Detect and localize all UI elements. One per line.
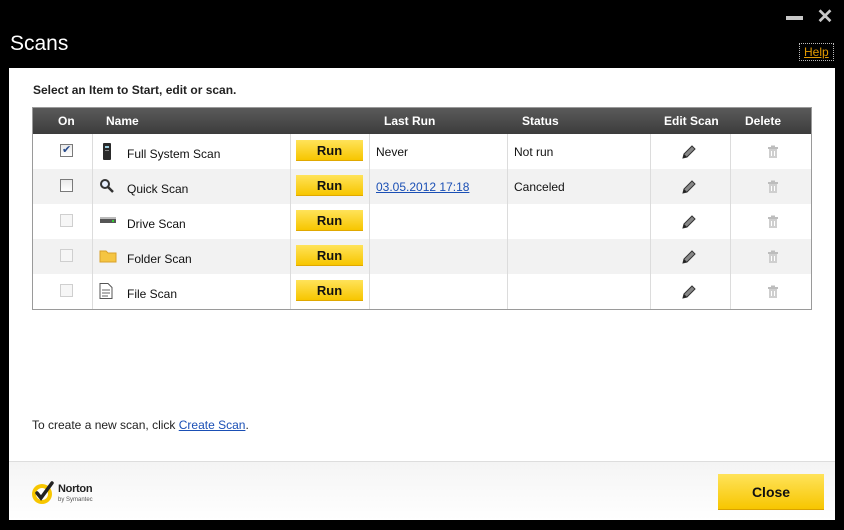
column-divider <box>290 204 291 239</box>
column-divider <box>507 274 508 309</box>
file-icon <box>99 283 115 299</box>
column-divider <box>92 169 93 204</box>
column-divider <box>650 204 651 239</box>
table-row[interactable]: Folder Scan Run <box>33 239 811 274</box>
delete-trash-icon[interactable] <box>766 285 780 299</box>
column-divider <box>730 204 731 239</box>
scan-name: Folder Scan <box>127 252 192 266</box>
column-divider <box>92 204 93 239</box>
run-button[interactable]: Run <box>296 140 363 161</box>
column-divider <box>369 169 370 204</box>
instruction-text: Select an Item to Start, edit or scan. <box>33 83 237 97</box>
title-bar: Scans ✕ Help <box>0 0 844 68</box>
header-edit-scan: Edit Scan <box>664 114 719 128</box>
delete-trash-icon[interactable] <box>766 250 780 264</box>
scan-name: Drive Scan <box>127 217 186 231</box>
computer-icon <box>99 143 115 160</box>
scan-enable-checkbox[interactable] <box>60 214 73 227</box>
scan-name: File Scan <box>127 287 178 301</box>
scan-status: Canceled <box>514 180 565 194</box>
column-divider <box>650 239 651 274</box>
scan-enable-checkbox[interactable] <box>60 249 73 262</box>
delete-trash-icon[interactable] <box>766 145 780 159</box>
scan-enable-checkbox[interactable] <box>60 179 73 192</box>
drive-icon <box>99 213 116 229</box>
edit-pencil-icon[interactable] <box>681 214 697 230</box>
header-delete: Delete <box>745 114 782 128</box>
table-row[interactable]: File Scan Run <box>33 274 811 309</box>
run-button[interactable]: Run <box>296 280 363 301</box>
content-panel: Select an Item to Start, edit or scan. O… <box>9 68 835 461</box>
header-on: On <box>58 114 75 128</box>
edit-pencil-icon[interactable] <box>681 179 697 195</box>
column-divider <box>730 274 731 309</box>
create-scan-link[interactable]: Create Scan <box>179 418 246 432</box>
window-title: Scans <box>10 32 69 55</box>
close-window-icon[interactable]: ✕ <box>815 7 835 27</box>
help-link[interactable]: Help <box>799 43 834 61</box>
column-divider <box>92 239 93 274</box>
column-divider <box>507 204 508 239</box>
column-divider <box>290 239 291 274</box>
header-status: Status <box>522 114 559 128</box>
column-divider <box>92 134 93 169</box>
table-row[interactable]: Full System Scan Run Never Not run <box>33 134 811 169</box>
last-run: Never <box>376 145 409 159</box>
scan-name: Quick Scan <box>127 182 189 196</box>
run-button[interactable]: Run <box>296 245 363 266</box>
close-button[interactable]: Close <box>718 474 824 510</box>
create-scan-hint: To create a new scan, click Create Scan. <box>32 418 249 432</box>
column-divider <box>290 274 291 309</box>
edit-pencil-icon[interactable] <box>681 284 697 300</box>
column-divider <box>730 239 731 274</box>
scan-status: Not run <box>514 145 554 159</box>
column-divider <box>507 169 508 204</box>
last-run[interactable]: 03.05.2012 17:18 <box>376 180 469 194</box>
bottom-bar: Norton by Symantec Close <box>9 461 835 520</box>
run-button[interactable]: Run <box>296 210 363 231</box>
table-row[interactable]: Quick Scan Run 03.05.2012 17:18 Canceled <box>33 169 811 204</box>
scan-enable-checkbox[interactable] <box>60 284 73 297</box>
column-divider <box>369 134 370 169</box>
column-divider <box>290 134 291 169</box>
header-last-run: Last Run <box>384 114 436 128</box>
table-row[interactable]: Drive Scan Run <box>33 204 811 239</box>
folder-icon <box>99 248 117 264</box>
column-divider <box>650 134 651 169</box>
column-divider <box>369 239 370 274</box>
column-divider <box>650 169 651 204</box>
run-button[interactable]: Run <box>296 175 363 196</box>
minimize-button[interactable] <box>786 10 804 26</box>
edit-pencil-icon[interactable] <box>681 249 697 265</box>
column-divider <box>507 239 508 274</box>
norton-check-icon <box>32 481 54 504</box>
brand-name: Norton <box>58 483 93 495</box>
norton-logo: Norton by Symantec <box>31 480 111 510</box>
table-header: On Name Last Run Status Edit Scan Delete <box>33 108 811 134</box>
delete-trash-icon[interactable] <box>766 180 780 194</box>
scan-enable-checkbox[interactable] <box>60 143 73 157</box>
column-divider <box>650 274 651 309</box>
column-divider <box>369 274 370 309</box>
magnifier-icon <box>99 178 115 194</box>
column-divider <box>730 134 731 169</box>
scan-name: Full System Scan <box>127 147 221 161</box>
edit-pencil-icon[interactable] <box>681 144 697 160</box>
delete-trash-icon[interactable] <box>766 215 780 229</box>
brand-sub: by Symantec <box>58 497 93 503</box>
column-divider <box>730 169 731 204</box>
column-divider <box>369 204 370 239</box>
header-name: Name <box>106 114 139 128</box>
column-divider <box>507 134 508 169</box>
scans-table: On Name Last Run Status Edit Scan Delete… <box>32 107 812 310</box>
column-divider <box>290 169 291 204</box>
column-divider <box>92 274 93 309</box>
